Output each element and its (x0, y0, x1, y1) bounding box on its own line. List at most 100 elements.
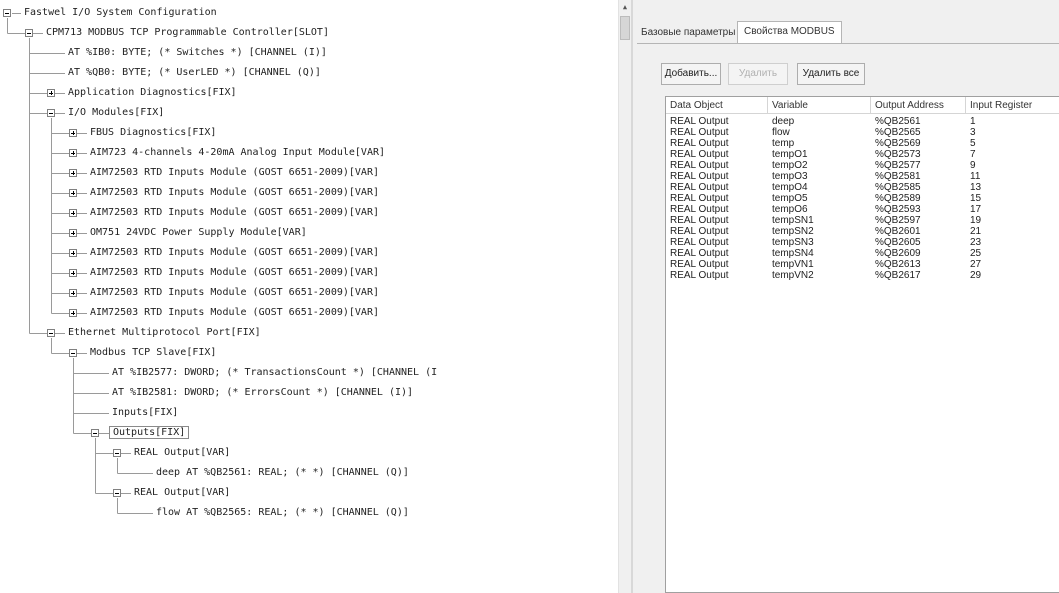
tree-node-label: AT %QB0: BYTE; (* UserLED *) [CHANNEL (Q… (68, 67, 321, 78)
tree-node[interactable]: AT %IB2577: DWORD; (* TransactionsCount … (110, 363, 439, 383)
cell-output-address: %QB2617 (875, 270, 921, 281)
cell-input-register: 9 (970, 160, 976, 171)
cell-input-register: 23 (970, 237, 982, 248)
tree-expand-plus-icon[interactable] (69, 149, 77, 157)
tree-node[interactable]: AIM72503 RTD Inputs Module (GOST 6651-20… (88, 263, 381, 283)
tree-expand-plus-icon[interactable] (69, 289, 77, 297)
modbus-mapping-grid[interactable]: Data Object Variable Output Address Inpu… (665, 96, 1059, 593)
cell-output-address: %QB2577 (875, 160, 921, 171)
tree-node[interactable]: Fastwel I/O System Configuration (22, 3, 219, 23)
cell-data-object: REAL Output (670, 204, 729, 215)
tree-node-label: AT %IB2577: DWORD; (* TransactionsCount … (112, 367, 438, 378)
column-header-output-address[interactable]: Output Address (871, 97, 966, 114)
remove-all-button[interactable]: Удалить все (797, 63, 865, 85)
table-row[interactable]: REAL Output tempVN1 %QB2613 27 (666, 259, 1059, 270)
cell-variable: tempSN1 (772, 215, 814, 226)
table-row[interactable]: REAL Output tempO5 %QB2589 15 (666, 193, 1059, 204)
tree-collapse-minus-icon[interactable] (69, 349, 77, 357)
tree-node[interactable]: AIM72503 RTD Inputs Module (GOST 6651-20… (88, 203, 381, 223)
cell-input-register: 25 (970, 248, 982, 259)
cell-input-register: 3 (970, 127, 976, 138)
tree-node[interactable]: AT %IB0: BYTE; (* Switches *) [CHANNEL (… (66, 43, 329, 63)
column-header-input-register[interactable]: Input Register (966, 97, 1059, 114)
tab-basic-parameters[interactable]: Базовые параметры (641, 23, 735, 43)
tree-node[interactable]: AIM723 4-channels 4-20mA Analog Input Mo… (88, 143, 387, 163)
tree-collapse-minus-icon[interactable] (3, 9, 11, 17)
tree-expand-plus-icon[interactable] (69, 309, 77, 317)
table-row[interactable]: REAL Output tempO1 %QB2573 7 (666, 149, 1059, 160)
cell-output-address: %QB2573 (875, 149, 921, 160)
table-row[interactable]: REAL Output tempSN1 %QB2597 19 (666, 215, 1059, 226)
tree-node[interactable]: CPM713 MODBUS TCP Programmable Controlle… (44, 23, 331, 43)
tab-modbus-properties[interactable]: Свойства MODBUS (737, 21, 842, 44)
tree-node-label: Fastwel I/O System Configuration (24, 7, 217, 18)
scroll-up-arrow-icon[interactable]: ▲ (619, 0, 631, 14)
tree-node[interactable]: FBUS Diagnostics[FIX] (88, 123, 218, 143)
configuration-tree[interactable]: Fastwel I/O System Configuration CPM713 M… (0, 0, 618, 593)
tree-node[interactable]: AIM72503 RTD Inputs Module (GOST 6651-20… (88, 283, 381, 303)
tree-expand-plus-icon[interactable] (47, 89, 55, 97)
cell-variable: tempO1 (772, 149, 808, 160)
tree-node[interactable]: I/O Modules[FIX] (66, 103, 166, 123)
table-row[interactable]: REAL Output tempO6 %QB2593 17 (666, 204, 1059, 215)
tree-node[interactable]: AIM72503 RTD Inputs Module (GOST 6651-20… (88, 303, 381, 323)
tree-node[interactable]: AIM72503 RTD Inputs Module (GOST 6651-20… (88, 243, 381, 263)
table-row[interactable]: REAL Output flow %QB2565 3 (666, 127, 1059, 138)
tree-collapse-minus-icon[interactable] (91, 429, 99, 437)
tree-expand-plus-icon[interactable] (69, 249, 77, 257)
tree-node-label: AIM72503 RTD Inputs Module (GOST 6651-20… (90, 167, 379, 178)
tree-node[interactable]: deep AT %QB2561: REAL; (* *) [CHANNEL (Q… (154, 463, 411, 483)
tree-node[interactable]: flow AT %QB2565: REAL; (* *) [CHANNEL (Q… (154, 503, 411, 523)
tree-expand-plus-icon[interactable] (69, 129, 77, 137)
tree-node[interactable]: AIM72503 RTD Inputs Module (GOST 6651-20… (88, 163, 381, 183)
tree-node-label: AIM72503 RTD Inputs Module (GOST 6651-20… (90, 267, 379, 278)
tree-node[interactable]: AT %QB0: BYTE; (* UserLED *) [CHANNEL (Q… (66, 63, 323, 83)
tree-node-label: Ethernet Multiprotocol Port[FIX] (68, 327, 261, 338)
cell-output-address: %QB2613 (875, 259, 921, 270)
table-row[interactable]: REAL Output tempO4 %QB2585 13 (666, 182, 1059, 193)
table-row[interactable]: REAL Output tempSN3 %QB2605 23 (666, 237, 1059, 248)
table-row[interactable]: REAL Output tempSN2 %QB2601 21 (666, 226, 1059, 237)
tree-node[interactable]: Inputs[FIX] (110, 403, 180, 423)
tree-node-label: Outputs[FIX] (108, 426, 190, 439)
cell-output-address: %QB2561 (875, 116, 921, 127)
tree-node[interactable]: AIM72503 RTD Inputs Module (GOST 6651-20… (88, 183, 381, 203)
cell-data-object: REAL Output (670, 248, 729, 259)
tree-collapse-minus-icon[interactable] (113, 489, 121, 497)
table-row[interactable]: REAL Output tempO3 %QB2581 11 (666, 171, 1059, 182)
cell-data-object: REAL Output (670, 116, 729, 127)
tree-node[interactable]: AT %IB2581: DWORD; (* ErrorsCount *) [CH… (110, 383, 415, 403)
column-header-data-object[interactable]: Data Object (666, 97, 768, 114)
cell-variable: deep (772, 116, 795, 127)
tree-expand-plus-icon[interactable] (69, 209, 77, 217)
table-row[interactable]: REAL Output tempSN4 %QB2609 25 (666, 248, 1059, 259)
tree-node[interactable]: REAL Output[VAR] (132, 443, 232, 463)
tree-expand-plus-icon[interactable] (69, 169, 77, 177)
tree-node[interactable]: REAL Output[VAR] (132, 483, 232, 503)
tree-collapse-minus-icon[interactable] (47, 109, 55, 117)
table-row[interactable]: REAL Output tempO2 %QB2577 9 (666, 160, 1059, 171)
cell-input-register: 1 (970, 116, 976, 127)
cell-data-object: REAL Output (670, 237, 729, 248)
table-row[interactable]: REAL Output deep %QB2561 1 (666, 116, 1059, 127)
tree-node[interactable]: Ethernet Multiprotocol Port[FIX] (66, 323, 263, 343)
remove-button[interactable]: Удалить (728, 63, 788, 85)
tree-node[interactable]: Application Diagnostics[FIX] (66, 83, 239, 103)
tree-node[interactable]: Modbus TCP Slave[FIX] (88, 343, 218, 363)
add-button[interactable]: Добавить... (661, 63, 721, 85)
tree-expand-plus-icon[interactable] (69, 189, 77, 197)
tree-collapse-minus-icon[interactable] (25, 29, 33, 37)
tree-expand-plus-icon[interactable] (69, 229, 77, 237)
table-row[interactable]: REAL Output temp %QB2569 5 (666, 138, 1059, 149)
tree-expand-plus-icon[interactable] (69, 269, 77, 277)
tree-node-label: REAL Output[VAR] (134, 447, 231, 458)
tree-node[interactable]: OM751 24VDC Power Supply Module[VAR] (88, 223, 309, 243)
scroll-thumb[interactable] (620, 16, 630, 40)
tree-collapse-minus-icon[interactable] (47, 329, 55, 337)
cell-input-register: 15 (970, 193, 982, 204)
tree-scrollbar[interactable]: ▲ (618, 0, 631, 593)
table-row[interactable]: REAL Output tempVN2 %QB2617 29 (666, 270, 1059, 281)
tree-collapse-minus-icon[interactable] (113, 449, 121, 457)
tree-node[interactable]: Outputs[FIX] (108, 423, 190, 443)
column-header-variable[interactable]: Variable (768, 97, 871, 114)
